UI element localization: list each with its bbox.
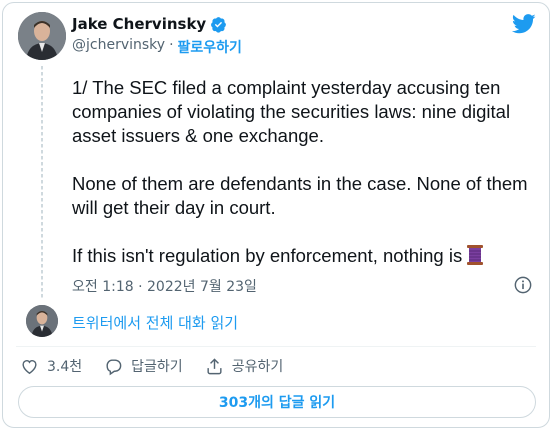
author-name-row[interactable]: Jake Chervinsky bbox=[72, 15, 227, 33]
tweet-paragraph: 1/ The SEC filed a complaint yesterday a… bbox=[72, 77, 511, 146]
like-count: 3.4천 bbox=[47, 359, 83, 375]
author-avatar-small[interactable] bbox=[26, 305, 58, 337]
read-replies-button[interactable]: 303개의 답글 읽기 bbox=[18, 386, 536, 418]
author-handle[interactable]: @jchervinsky bbox=[72, 37, 165, 57]
reply-label: 답글하기 bbox=[131, 359, 183, 375]
heart-icon bbox=[22, 359, 37, 374]
tweet-paragraph: None of them are defendants in the case.… bbox=[72, 173, 528, 218]
author-handle-row: @jchervinsky · 팔로우하기 bbox=[72, 37, 242, 57]
action-bar: 3.4천 답글하기 공유하기 bbox=[20, 356, 283, 376]
spool-of-thread-icon bbox=[467, 245, 484, 265]
tweet-text: 1/ The SEC filed a complaint yesterday a… bbox=[72, 76, 542, 268]
follow-link[interactable]: 팔로우하기 bbox=[178, 37, 242, 57]
tweet-paragraph-text: If this isn't regulation by enforcement,… bbox=[72, 245, 463, 266]
reply-bubble-icon bbox=[106, 358, 122, 375]
tweet-timestamp[interactable]: 오전 1:18 · 2022년 7월 23일 bbox=[72, 276, 257, 296]
thread-connector-line bbox=[41, 66, 43, 298]
share-upload-icon bbox=[207, 357, 222, 374]
twitter-bird-icon[interactable] bbox=[512, 14, 536, 34]
reply-button[interactable]: 답글하기 bbox=[104, 356, 183, 376]
separator-dot: · bbox=[169, 37, 174, 53]
author-avatar[interactable] bbox=[18, 12, 66, 60]
read-conversation-link[interactable]: 트위터에서 전체 대화 읽기 bbox=[72, 312, 238, 333]
share-label: 공유하기 bbox=[231, 359, 284, 375]
like-button[interactable]: 3.4천 bbox=[20, 356, 82, 376]
info-icon[interactable] bbox=[514, 276, 532, 294]
divider bbox=[16, 346, 536, 347]
share-button[interactable]: 공유하기 bbox=[205, 356, 284, 376]
author-name[interactable]: Jake Chervinsky bbox=[72, 15, 206, 33]
tweet-paragraph-last: If this isn't regulation by enforcement,… bbox=[72, 244, 542, 268]
verified-badge-icon bbox=[211, 16, 227, 33]
